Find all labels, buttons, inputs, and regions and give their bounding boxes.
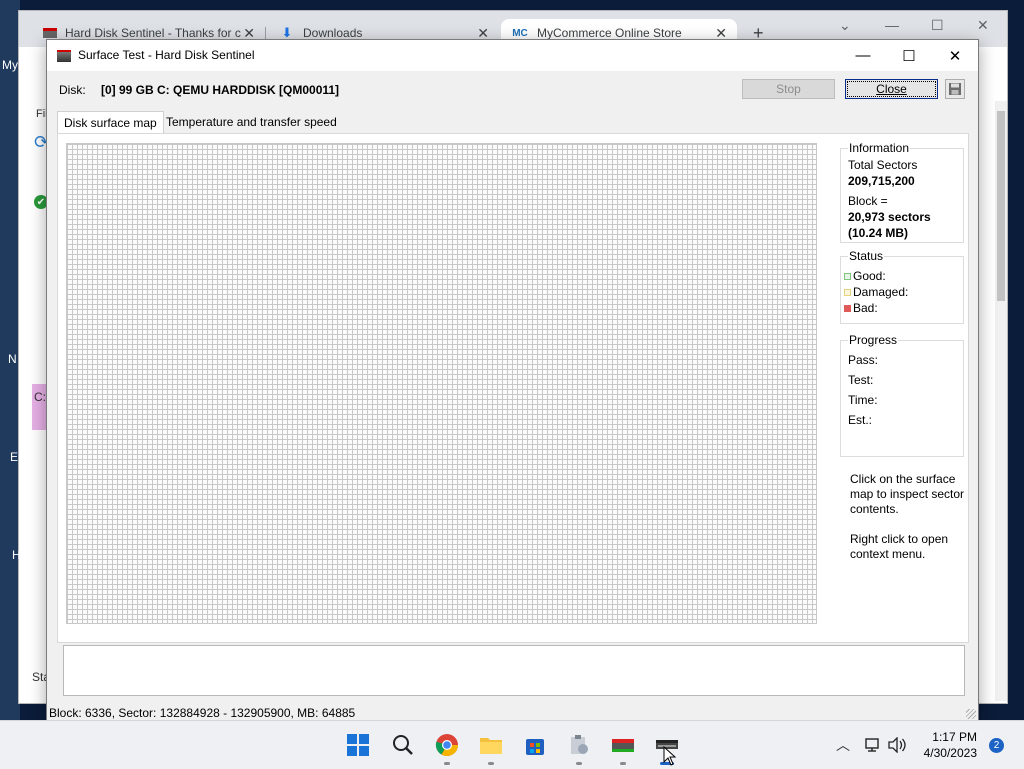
hint-inspect: Click on the surface map to inspect sect… [850, 472, 965, 516]
disk-value: [0] 99 GB C: QEMU HARDDISK [QM00011] [101, 83, 340, 97]
status-bar: Block: 6336, Sector: 132884928 - 1329059… [47, 703, 978, 721]
windows-logo-icon [347, 734, 369, 756]
damaged-legend-icon [844, 289, 851, 297]
progress-est: Est.: [848, 413, 873, 427]
status-damaged: Damaged: [844, 285, 908, 299]
progress-pass: Pass: [848, 353, 879, 367]
close-icon[interactable]: ✕ [977, 17, 989, 34]
browser-tab-label: MyCommerce Online Store [537, 26, 682, 40]
scrollbar-thumb[interactable] [997, 111, 1005, 301]
save-button[interactable] [945, 79, 965, 99]
block-label: Block = [848, 194, 888, 208]
information-group: Information Total Sectors 209,715,200 Bl… [840, 141, 964, 243]
close-window-button[interactable]: ✕ [932, 40, 978, 71]
clipboard-icon [571, 735, 588, 754]
desktop-text: N [8, 352, 17, 366]
browser-tab-label: Downloads [303, 26, 363, 40]
hint-context-menu: Right click to open context menu. [850, 532, 949, 561]
system-clock[interactable]: 1:17 PM 4/30/2023 [924, 729, 977, 761]
progress-title: Progress [848, 333, 899, 347]
progress-test: Test: [848, 373, 874, 387]
drive-fragment: C: [32, 384, 46, 430]
volume-icon[interactable] [884, 732, 910, 758]
taskbar: ︿ 1:17 PM 4/30/2023 2 [0, 720, 1024, 769]
file-explorer-button[interactable] [478, 732, 504, 758]
status-group: Status Good: Damaged: Bad: [840, 249, 964, 324]
hard-disk-sentinel-icon [612, 739, 634, 752]
dialog-title: Surface Test - Hard Disk Sentinel [78, 48, 255, 62]
minimize-button[interactable]: — [840, 40, 886, 71]
mycommerce-favicon-icon: MC [512, 27, 528, 39]
folder-icon [480, 738, 502, 754]
hard-disk-icon [57, 50, 71, 62]
close-button[interactable]: Close [845, 79, 938, 99]
browser-tab-label: Hard Disk Sentinel - Thanks for c [65, 26, 241, 40]
surface-map-panel: Information Total Sectors 209,715,200 Bl… [57, 133, 969, 643]
total-sectors-value: 209,715,200 [848, 174, 915, 188]
hds-taskbar-button[interactable] [610, 732, 636, 758]
notification-badge[interactable]: 2 [989, 738, 1004, 753]
chevron-up-icon[interactable]: ︿ [830, 732, 856, 758]
bad-legend-icon [844, 305, 851, 313]
resize-grip-icon[interactable] [966, 709, 976, 719]
disk-tool-button[interactable] [566, 732, 592, 758]
information-title: Information [848, 141, 911, 155]
floppy-disk-icon [949, 83, 961, 95]
clock-time: 1:17 PM [932, 730, 977, 744]
status-bad: Bad: [844, 301, 878, 315]
network-icon[interactable] [860, 732, 886, 758]
store-icon [526, 739, 544, 755]
dialog-titlebar[interactable]: Surface Test - Hard Disk Sentinel — ☐ ✕ [47, 40, 978, 71]
stop-button[interactable]: Stop [742, 79, 835, 99]
start-button[interactable] [345, 732, 371, 758]
chrome-taskbar-button[interactable] [434, 732, 460, 758]
running-indicator [576, 762, 582, 765]
search-icon [393, 735, 413, 755]
disk-surface-map-grid[interactable] [66, 143, 817, 624]
status-bad-label: Bad: [853, 301, 878, 315]
status-good: Good: [844, 269, 886, 283]
status-title: Status [848, 249, 885, 263]
status-bar-text: Block: 6336, Sector: 132884928 - 1329059… [49, 706, 356, 720]
log-textbox[interactable] [63, 645, 965, 696]
running-indicator [444, 762, 450, 765]
total-sectors-label: Total Sectors [848, 158, 918, 172]
good-legend-icon [844, 273, 851, 281]
download-icon: ⬇ [281, 25, 293, 40]
clock-date: 4/30/2023 [923, 746, 977, 760]
disk-label: Disk: [59, 83, 86, 97]
status-damaged-label: Damaged: [853, 285, 909, 299]
desktop-text: My [2, 58, 18, 72]
tab-temperature-transfer-speed[interactable]: Temperature and transfer speed [160, 111, 343, 133]
desktop-text: H [12, 548, 21, 562]
maximize-button[interactable]: ☐ [886, 40, 932, 71]
block-sectors-value: 20,973 sectors [848, 210, 931, 224]
running-indicator [488, 762, 494, 765]
browser-scrollbar[interactable] [995, 101, 1007, 701]
hds-favicon-icon [43, 28, 57, 38]
maximize-icon[interactable]: ☐ [931, 17, 944, 34]
tab-disk-surface-map[interactable]: Disk surface map [57, 111, 164, 134]
mouse-cursor-icon [662, 745, 678, 767]
minimize-icon[interactable]: — [885, 17, 899, 33]
chrome-icon [435, 734, 458, 756]
block-size-value: (10.24 MB) [848, 226, 909, 240]
progress-group: Progress Pass: Test: Time: Est.: [840, 333, 964, 457]
store-button[interactable] [522, 732, 548, 758]
progress-time: Time: [848, 393, 878, 407]
search-button[interactable] [390, 732, 416, 758]
desktop-text: E [10, 450, 19, 464]
status-good-label: Good: [853, 269, 886, 283]
chevron-down-icon[interactable]: ⌄ [839, 17, 851, 34]
surface-test-dialog: Surface Test - Hard Disk Sentinel — ☐ ✕ … [46, 39, 979, 722]
running-indicator [620, 762, 626, 765]
